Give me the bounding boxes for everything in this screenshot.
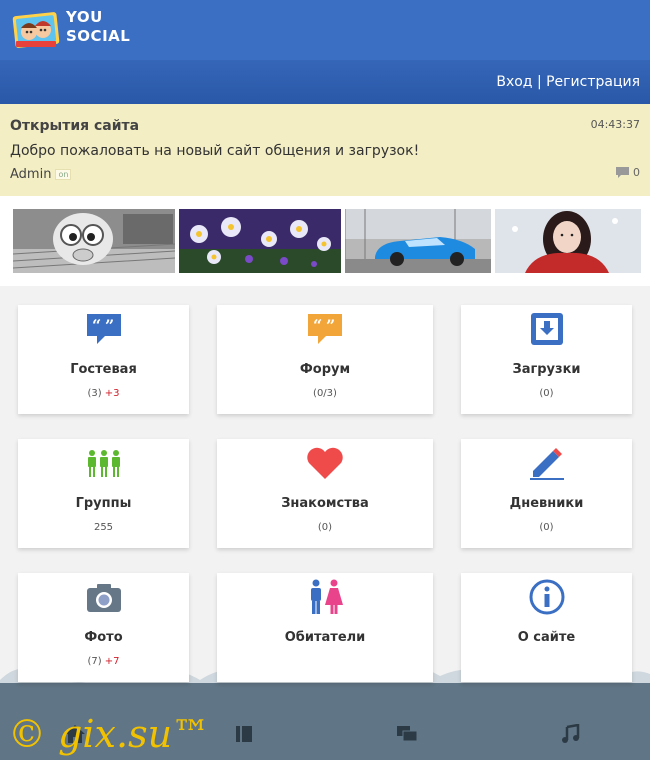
- svg-text:”: ”: [105, 316, 114, 335]
- tile-count-value: (0/3): [313, 388, 337, 399]
- tile-label: Обитатели: [284, 630, 366, 645]
- tile-0[interactable]: “” Гостевая (3) +3: [18, 305, 189, 414]
- tile-label: Форум: [299, 362, 351, 377]
- auth-separator: |: [536, 74, 542, 90]
- tile-count: (3) +3: [18, 388, 189, 399]
- tile-count-value: (0): [317, 522, 333, 533]
- news-author[interactable]: Admin: [10, 167, 51, 182]
- comment-icon: [616, 167, 629, 178]
- chat-icon[interactable]: [396, 724, 418, 750]
- tile-label: Дневники: [509, 496, 584, 511]
- login-link[interactable]: Вход: [496, 74, 532, 90]
- news-author-row: Admin on: [10, 167, 72, 182]
- book-icon[interactable]: [234, 724, 254, 750]
- logo-line-1: YOU: [66, 8, 103, 26]
- svg-text:“: “: [92, 316, 101, 335]
- girl-in-red-photo[interactable]: [495, 209, 641, 273]
- svg-text:“: “: [313, 316, 322, 335]
- news-comments-count: 0: [633, 166, 640, 179]
- tile-count-value: 255: [93, 522, 114, 533]
- tile-count: (0/3): [217, 388, 433, 399]
- download-box-icon: [527, 311, 567, 347]
- camera-icon: [84, 579, 124, 615]
- svg-text:”: ”: [326, 316, 335, 335]
- man-woman-icon: [305, 579, 345, 615]
- pencil-icon: [527, 445, 567, 481]
- tile-count: (0): [461, 522, 632, 533]
- tile-3[interactable]: Группы 255: [18, 439, 189, 548]
- online-status-badge: on: [55, 169, 72, 180]
- tile-4[interactable]: Знакомства (0): [217, 439, 433, 548]
- tile-count-value: (0): [539, 388, 554, 399]
- logo-line-2: SOCIAL: [66, 27, 131, 45]
- news-block: Открытия сайта 04:43:37 Добро пожаловать…: [0, 104, 650, 197]
- tile-count: (0): [461, 388, 632, 399]
- photo-strip: [0, 196, 650, 286]
- flowers-photo[interactable]: [179, 209, 341, 273]
- tile-7[interactable]: Обитатели: [217, 573, 433, 682]
- quote-bubble-icon: “”: [305, 311, 345, 347]
- logo-text: YOU SOCIAL: [66, 8, 130, 46]
- tile-label: О сайте: [517, 630, 576, 645]
- news-title[interactable]: Открытия сайта: [10, 118, 139, 134]
- tile-5[interactable]: Дневники (0): [461, 439, 632, 548]
- music-icon[interactable]: [560, 723, 580, 750]
- tile-count: (7) +7: [18, 656, 189, 667]
- info-icon: [527, 579, 567, 615]
- cartoon-face-photo[interactable]: [13, 209, 175, 273]
- header: YOU SOCIAL: [0, 0, 650, 60]
- register-link[interactable]: Регистрация: [546, 74, 640, 90]
- news-comments[interactable]: 0: [616, 166, 640, 179]
- tile-1[interactable]: “” Форум (0/3): [217, 305, 433, 414]
- tile-count-new: +7: [104, 656, 120, 667]
- quote-bubble-icon: “”: [84, 311, 124, 347]
- tile-count-new: +3: [104, 388, 120, 399]
- heart-icon: [305, 445, 345, 481]
- news-time: 04:43:37: [590, 118, 640, 131]
- news-text: Добро пожаловать на новый сайт общения и…: [10, 143, 420, 159]
- people-group-icon: [84, 445, 124, 481]
- tile-2[interactable]: Загрузки (0): [461, 305, 632, 414]
- tile-8[interactable]: О сайте: [461, 573, 632, 682]
- tile-label: Фото: [84, 630, 123, 645]
- tile-label: Загрузки: [512, 362, 581, 377]
- tile-label: Группы: [75, 496, 132, 511]
- tile-count-value: (7): [87, 656, 102, 667]
- logo[interactable]: YOU SOCIAL: [12, 8, 132, 52]
- tile-6[interactable]: Фото (7) +7: [18, 573, 189, 682]
- auth-bar: Вход | Регистрация: [0, 60, 650, 104]
- tile-count-value: (3): [87, 388, 102, 399]
- tile-label: Знакомства: [281, 496, 369, 511]
- auth-links: Вход | Регистрация: [496, 74, 640, 90]
- logo-image-icon: [12, 12, 60, 48]
- tile-count-value: (0): [539, 522, 554, 533]
- tile-label: Гостевая: [70, 362, 137, 377]
- watermark: © gix.su™: [8, 712, 211, 756]
- blue-car-photo[interactable]: [345, 209, 491, 273]
- tile-count: (0): [217, 522, 433, 533]
- tile-count: 255: [18, 522, 189, 533]
